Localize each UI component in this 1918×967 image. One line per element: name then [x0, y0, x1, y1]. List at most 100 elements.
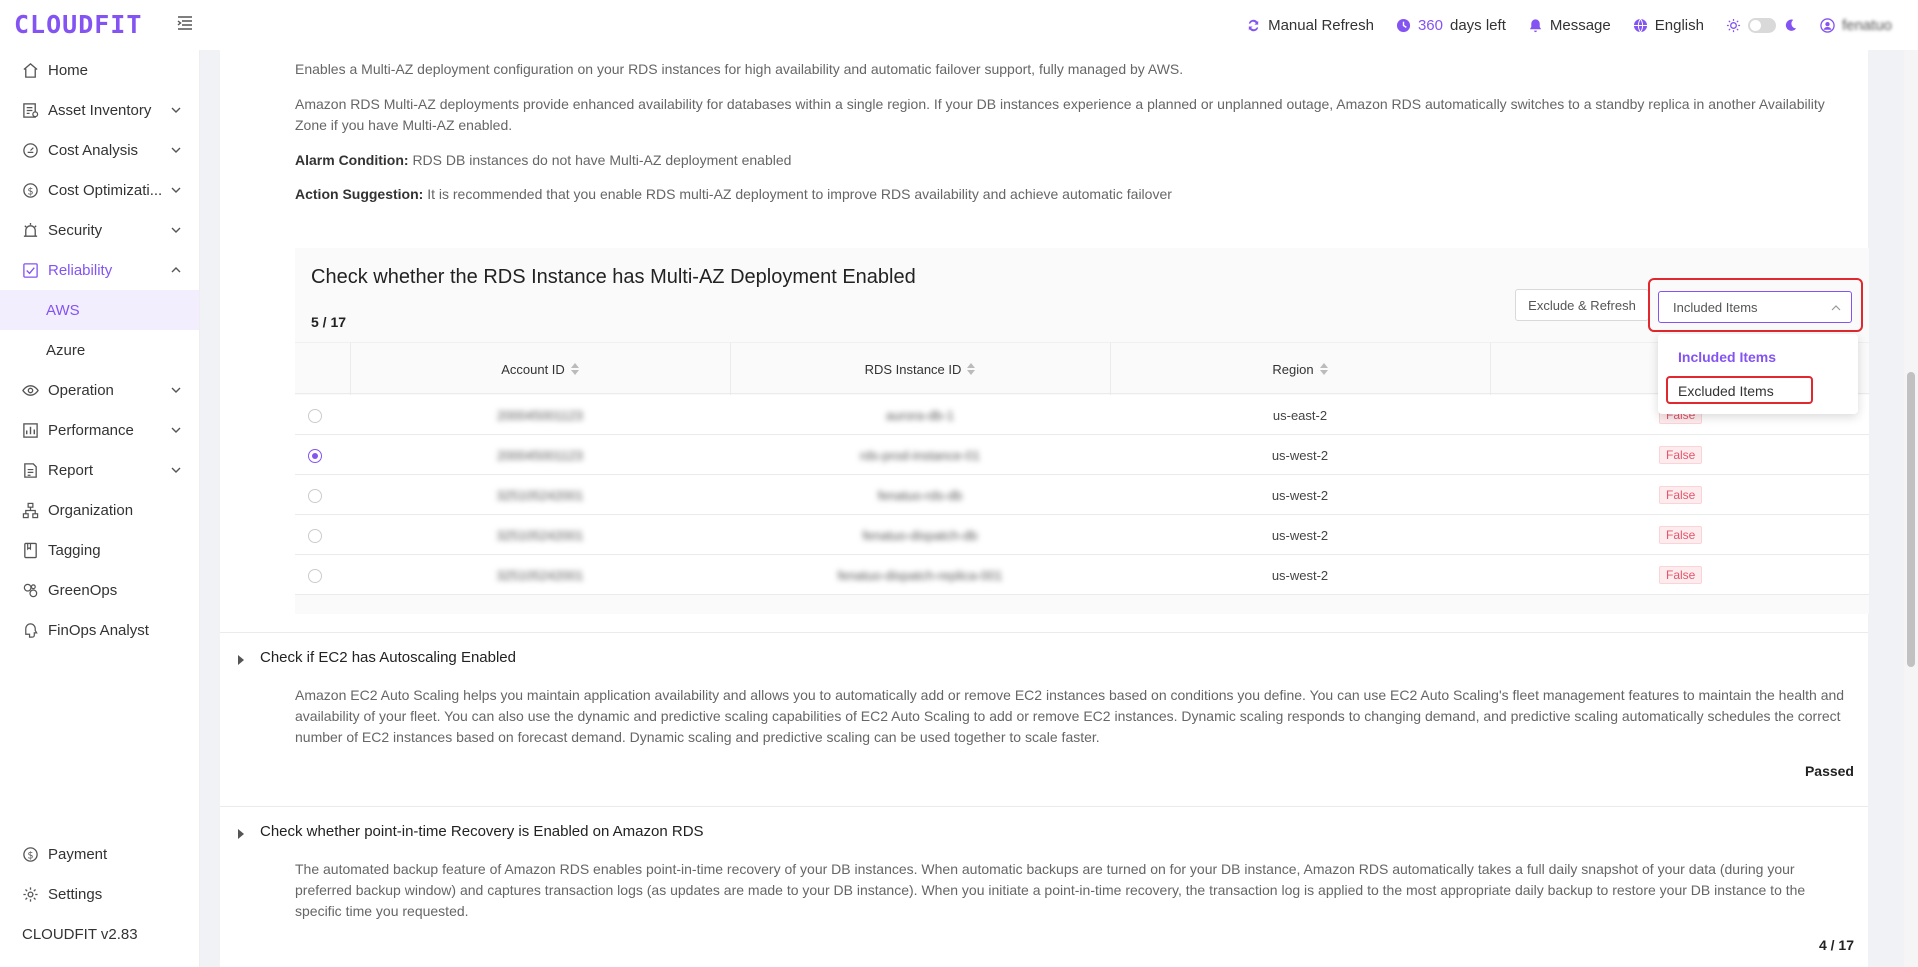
svg-text:$: $	[27, 850, 33, 861]
reliability-icon	[23, 262, 38, 278]
cell-account-id: 325105242001	[496, 567, 584, 583]
inventory-icon	[23, 102, 39, 118]
sidebar-item-payment[interactable]: $ Payment	[0, 834, 200, 874]
report-icon	[24, 462, 37, 478]
ec2-check-status: Passed	[1804, 763, 1854, 779]
status-badge: False	[1659, 486, 1703, 504]
alarm-condition-label: Alarm Condition:	[295, 152, 409, 168]
cell-region: us-west-2	[1271, 527, 1329, 543]
sidebar-subitem-aws[interactable]: AWS	[0, 290, 199, 330]
sidebar-item-organization[interactable]: Organization	[0, 490, 199, 530]
sidebar-item-settings[interactable]: Settings	[0, 874, 200, 914]
sidebar-item-label: Tagging	[48, 541, 101, 559]
page-scrollbar[interactable]	[1904, 50, 1918, 967]
col-rds-instance-id[interactable]: RDS Instance ID	[730, 343, 1110, 395]
scrollbar-thumb[interactable]	[1907, 372, 1915, 667]
refresh-icon	[1248, 19, 1259, 31]
action-suggestion-label: Action Suggestion:	[295, 186, 424, 202]
sidebar-item-label: Organization	[48, 501, 134, 519]
user-name: fenatuo	[1841, 16, 1892, 34]
cell-instance-id: fenatuo-rds-db	[877, 487, 963, 503]
sidebar-item-report[interactable]: Report	[0, 450, 199, 490]
cell-instance-id: aurora-db-1	[886, 407, 954, 423]
menu-toggle-icon[interactable]	[176, 14, 194, 32]
check-count: 5 / 17	[311, 314, 347, 330]
sidebar-item-operation[interactable]: Operation	[0, 370, 199, 410]
sidebar-item-greenops[interactable]: GreenOps	[0, 570, 199, 610]
sidebar-item-label: Cost Analysis	[48, 141, 139, 159]
clock-icon	[1396, 18, 1411, 32]
alarm-condition-text: RDS DB instances do not have Multi-AZ de…	[412, 152, 792, 168]
home-icon	[23, 62, 38, 78]
status-badge: False	[1659, 566, 1703, 584]
table-row[interactable]: 325105242001 fenatuo-dispatch-db us-west…	[295, 515, 1869, 555]
sidebar-item-label: Reliability	[48, 261, 113, 279]
chevron-up-icon	[171, 267, 181, 273]
expand-caret-icon[interactable]	[238, 655, 244, 665]
col-region[interactable]: Region	[1110, 343, 1490, 395]
table-row[interactable]: 325105242001 fenatuo-dispatch-replica-00…	[295, 555, 1869, 595]
sidebar-item-cost-analysis[interactable]: Cost Analysis	[0, 130, 199, 170]
items-filter-select[interactable]: Included Items	[1658, 291, 1852, 323]
bell-icon	[1529, 18, 1541, 32]
option-included-items[interactable]: Included Items	[1658, 340, 1858, 374]
table-row[interactable]: 200045001123 aurora-db-1 us-east-2 False	[295, 395, 1869, 435]
pitr-check-title[interactable]: Check whether point-in-time Recovery is …	[260, 823, 704, 840]
user-menu[interactable]: fenatuo	[1820, 17, 1892, 34]
sidebar-item-reliability[interactable]: Reliability	[0, 250, 199, 290]
cell-instance-id: fenatuo-dispatch-db	[862, 527, 978, 543]
row-radio[interactable]	[308, 449, 322, 463]
ec2-check-title[interactable]: Check if EC2 has Autoscaling Enabled	[260, 649, 516, 666]
sort-icon[interactable]	[570, 363, 579, 375]
multi-az-intro: Enables a Multi-AZ deployment configurat…	[295, 61, 1184, 77]
sidebar-item-home[interactable]: Home	[0, 50, 199, 90]
alarm-icon	[23, 222, 38, 237]
language-selector[interactable]: English	[1633, 17, 1704, 34]
row-radio[interactable]	[308, 529, 322, 543]
app-version: CLOUDFIT v2.83	[22, 925, 138, 943]
theme-toggle[interactable]	[1747, 17, 1776, 33]
logo[interactable]: CLOUDFIT	[14, 10, 142, 39]
message-button[interactable]: Message	[1528, 17, 1611, 34]
sort-icon[interactable]	[1319, 363, 1328, 375]
sidebar-item-asset-inventory[interactable]: Asset Inventory	[0, 90, 199, 130]
table-row[interactable]: 325105242001 fenatuo-rds-db us-west-2 Fa…	[295, 475, 1869, 515]
message-label: Message	[1549, 16, 1611, 34]
manual-refresh-button[interactable]: Manual Refresh	[1246, 17, 1374, 34]
sidebar-item-label: FinOps Analyst	[48, 621, 149, 639]
sidebar-subitem-azure[interactable]: Azure	[0, 330, 199, 370]
manual-refresh-label: Manual Refresh	[1268, 16, 1374, 34]
sidebar-item-performance[interactable]: Performance	[0, 410, 199, 450]
row-radio[interactable]	[308, 409, 322, 423]
days-number: 360	[1417, 16, 1443, 34]
sidebar-item-label: Security	[48, 221, 103, 239]
sidebar-item-tagging[interactable]: Tagging	[0, 530, 199, 570]
sidebar-item-label: Asset Inventory	[48, 101, 152, 119]
expand-caret-icon[interactable]	[238, 829, 244, 839]
col-account-id[interactable]: Account ID	[350, 343, 730, 395]
ec2-autoscaling-section: Check if EC2 has Autoscaling Enabled Ama…	[220, 632, 1868, 806]
row-radio[interactable]	[308, 569, 322, 583]
sidebar-item-label: Cost Optimizati...	[48, 181, 163, 199]
column-label: RDS Instance ID	[864, 361, 962, 377]
sidebar-item-finops-analyst[interactable]: FinOps Analyst	[0, 610, 199, 650]
sidebar-item-label: Report	[48, 461, 94, 479]
sidebar-item-label: Home	[48, 61, 89, 79]
eye-icon	[22, 384, 39, 396]
days-suffix: days left	[1450, 16, 1506, 34]
column-label: Region	[1272, 361, 1314, 377]
org-icon	[22, 502, 39, 518]
chevron-down-icon	[171, 107, 181, 113]
main-content: Enables a Multi-AZ deployment configurat…	[200, 50, 1918, 967]
sidebar-item-cost-optimization[interactable]: $ Cost Optimizati...	[0, 170, 199, 210]
sidebar-item-security[interactable]: Security	[0, 210, 199, 250]
row-radio[interactable]	[308, 489, 322, 503]
table-row[interactable]: 200045001123 rds-prod-instance-01 us-wes…	[295, 435, 1869, 475]
exclude-refresh-button[interactable]: Exclude & Refresh	[1515, 289, 1649, 321]
leaf-icon	[23, 583, 38, 597]
multi-az-detail: Amazon RDS Multi-AZ deployments provide …	[295, 96, 1825, 133]
theme-switch[interactable]	[1726, 17, 1798, 33]
sort-icon[interactable]	[967, 363, 976, 375]
cell-region: us-west-2	[1271, 567, 1329, 583]
performance-icon	[23, 422, 38, 438]
